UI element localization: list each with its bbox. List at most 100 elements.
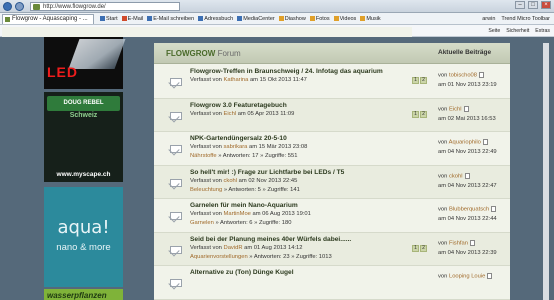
ad-sidebar: LED DOUG REBEL Schweiz www.myscape.ch aq… [44,37,126,300]
page-link[interactable]: 1 [412,77,419,84]
forum-title: FLOWGROW Forum [166,49,241,58]
maximize-button[interactable]: □ [528,1,538,9]
topic-meta: Verfasst von Eichl am 05 Apr 2013 11:09 [190,110,295,117]
topic-meta: Verfasst von MartinMoe am 06 Aug 2013 19… [190,211,311,217]
topic-title[interactable]: Alternative zu (Ton) Dünge Kugel [190,269,294,276]
topic-envelope-icon [170,111,182,120]
topic-row[interactable]: Alternative zu (Ton) Dünge Kugel von Loop… [154,266,510,300]
topic-stats: Aquarienvorstellungen » Antworten: 23 » … [190,253,332,260]
page-link[interactable]: 2 [420,110,427,118]
toolbar-musik[interactable]: Musik [360,15,381,23]
page-link[interactable]: 2 [420,244,427,252]
topic-envelope-icon [170,245,182,254]
command-seite[interactable]: Seite [488,27,500,35]
tab-and-toolbar: Flowgrow - Aquascaping - ... Start E-Mai… [0,13,554,25]
minimize-button[interactable]: – [515,1,525,9]
page-scrollbar[interactable] [543,43,549,300]
last-post-date: am 04 Nov 2013 22:44 [438,216,497,222]
topic-stats: Nährstoffe » Antworten: 17 » Zugriffe: 5… [190,153,298,159]
page-link[interactable]: 1 [412,110,419,118]
toolbar-email[interactable]: E-Mail [121,15,143,23]
last-post-icon[interactable] [463,105,469,112]
address-bar[interactable]: http://www.flowgrow.de/ [30,2,180,11]
topic-title[interactable]: Seid bei der Planung meines 40er Würfels… [190,236,351,243]
topic-title[interactable]: Flowgrow 3.0 Featuretagebuch [190,102,287,109]
last-post-author: von Blubberquatsch [438,206,497,213]
topic-forum-link[interactable]: Aquarienvorstellungen [190,254,248,260]
toolbar-fotos[interactable]: Fotos [309,15,330,23]
address-text: http://www.flowgrow.de/ [43,4,106,10]
topic-meta: Verfasst von DavidR am 01 Aug 2013 14:12 [190,244,303,251]
topic-row[interactable]: Seid bei der Planung meines 40er Würfels… [154,232,510,266]
topic-author[interactable]: ckohl [224,178,238,184]
toolbar-videos[interactable]: Videos [333,15,356,23]
last-post-icon[interactable] [479,72,485,78]
topic-title[interactable]: So hell't mir! :) Frage zur Lichtfarbe b… [190,169,344,176]
topic-envelope-icon [170,212,182,220]
toolbar-trendmicro[interactable]: Trend Micro Toolbar [501,15,550,23]
ad-dr-url: www.myscape.ch [56,171,111,178]
last-post-icon[interactable] [487,273,493,279]
topic-author[interactable]: Katharina [224,77,249,83]
browser-tab[interactable]: Flowgrow - Aquascaping - ... [2,14,94,24]
topic-meta: Verfasst von sabrikara am 15 Mär 2013 23… [190,144,308,150]
last-post-icon[interactable] [491,206,497,212]
close-button[interactable]: × [541,1,551,9]
ad-dennerle-banner[interactable]: DOUG REBEL Schweiz www.myscape.ch [44,92,123,182]
tab-favicon-icon [5,17,10,22]
ad-aqua-line1: aqua! [57,217,110,238]
forum-section: Forum [217,49,241,58]
favorites-bar: Spor...Haus...Erka...Kund...Y...Spo...AT… [0,25,554,61]
tab-label: Flowgrow - Aquascaping - ... [12,16,88,22]
topic-forum-link[interactable]: Garnelen [190,220,214,226]
topic-title[interactable]: Flowgrow-Treffen in Braunschweig / 24. I… [190,68,383,75]
command-extras[interactable]: Extras [535,27,550,35]
topic-row[interactable]: Flowgrow-Treffen in Braunschweig / 24. I… [154,65,510,99]
topic-stats: Garnelen » Antworten: 6 » Zugriffe: 180 [190,220,292,226]
topic-envelope-icon [170,145,182,153]
last-post-icon[interactable] [469,239,475,246]
ad-led-banner[interactable]: LED [44,37,126,89]
topic-forum-link[interactable]: Nährstoffe [190,153,217,159]
ad-wasserpflanzen-banner[interactable]: wasserpflanzen [44,289,123,300]
topic-author[interactable]: MartinMoe [224,211,251,217]
topic-author[interactable]: DavidR [224,245,243,251]
toolbar-email-write[interactable]: E-Mail schreiben [147,15,194,23]
topic-pages: 12 [412,110,427,118]
topic-envelope-icon [170,178,182,187]
forum-brand: FLOWGROW [166,49,216,58]
topic-envelope-icon [170,279,182,287]
forward-icon[interactable] [15,2,24,11]
page-content: LED DOUG REBEL Schweiz www.myscape.ch aq… [0,37,554,300]
topic-author[interactable]: sabrikara [224,144,248,150]
topic-row[interactable]: Flowgrow 3.0 Featuretagebuch Verfasst von… [154,98,510,132]
last-posts-header: Aktuelle Beiträge [438,49,492,56]
page-link[interactable]: 1 [412,244,419,252]
toolbar-start[interactable]: Start [100,15,118,23]
command-sicherheit[interactable]: Sicherheit [506,27,529,35]
topic-author[interactable]: Eichl [224,111,237,117]
toolbar-user[interactable]: arwin [482,15,495,23]
toolbar-mediacenter[interactable]: MediaCenter [237,15,275,23]
last-post-icon[interactable] [464,172,470,179]
ad-dr-bottles [48,124,119,164]
ad-aqua-banner[interactable]: aqua! nano & more [44,187,123,287]
last-post-icon[interactable] [482,139,488,145]
page-link[interactable]: 2 [420,77,427,84]
toolbar-right: arwin Trend Micro Toolbar [482,15,550,23]
toolbar-diashow[interactable]: Diashow [278,15,306,23]
topic-meta: Verfasst von ckohl am 02 Nov 2013 22:45 [190,177,298,184]
topic-list: Flowgrow-Treffen in Braunschweig / 24. I… [154,65,510,300]
topic-title[interactable]: NPK-Gartendüngersalz 20-5-10 [190,135,287,142]
topic-row[interactable]: So hell't mir! :) Frage zur Lichtfarbe b… [154,165,510,199]
topic-forum-link[interactable]: Beleuchtung [190,187,222,193]
site-favicon-icon [33,4,40,10]
topic-title[interactable]: Garnelen für mein Nano-Aquarium [190,202,298,209]
topic-row[interactable]: NPK-Gartendüngersalz 20-5-10 Verfasst von… [154,132,510,166]
window-controls: – □ × [515,1,551,9]
topic-row[interactable]: Garnelen für mein Nano-Aquarium Verfasst … [154,199,510,233]
topic-pages: 12 [412,77,427,84]
back-icon[interactable] [3,2,12,11]
toolbar-addressbook[interactable]: Adressbuch [198,15,233,23]
last-post-author: von Aquariophilo [438,139,488,146]
